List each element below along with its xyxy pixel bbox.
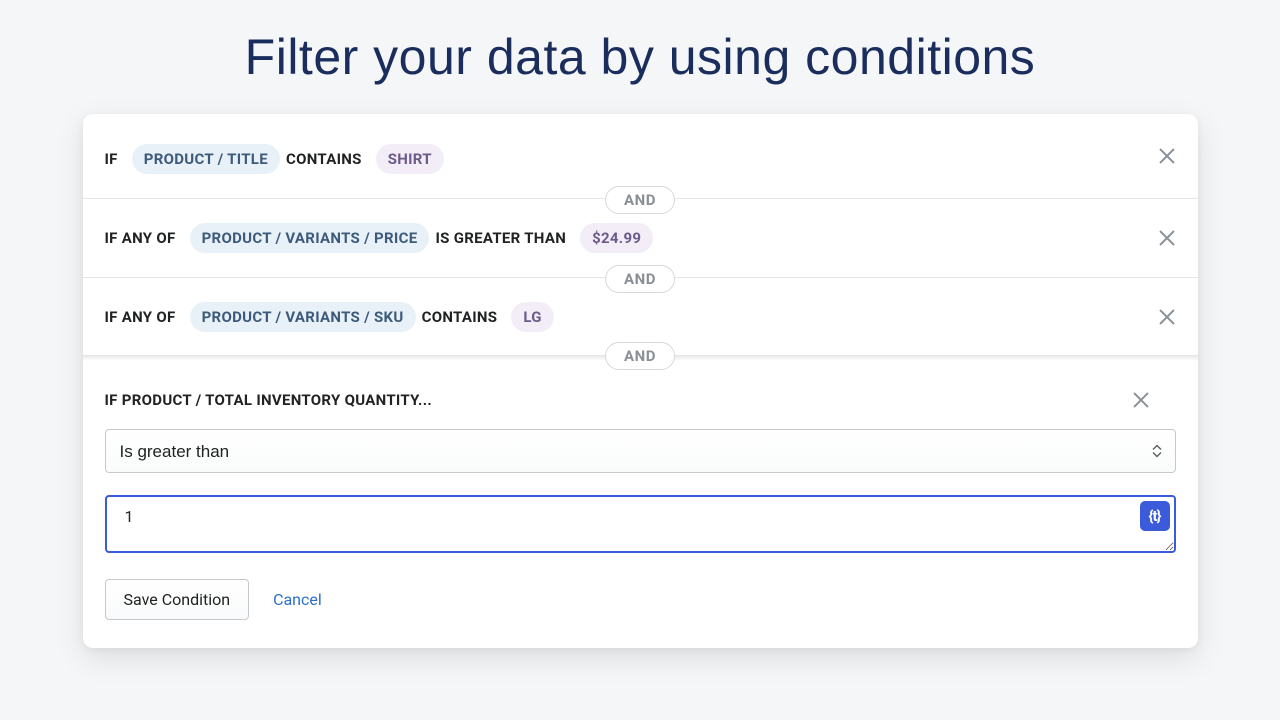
condition-operator: CONTAINS [286, 150, 362, 168]
value-chip[interactable]: $24.99 [580, 223, 653, 253]
condition-operator: IS GREATER THAN [435, 229, 566, 247]
condition-prefix: IF ANY OF [105, 308, 176, 326]
close-icon[interactable] [1156, 145, 1178, 167]
editor-label: IF PRODUCT / TOTAL INVENTORY QUANTITY... [105, 391, 433, 409]
conditions-panel: IF PRODUCT / TITLE CONTAINS SHIRT AND IF… [83, 114, 1198, 648]
condition-operator: CONTAINS [422, 308, 498, 326]
operator-select[interactable]: Is greater than [105, 429, 1176, 473]
page-title: Filter your data by using conditions [0, 0, 1280, 114]
field-chip[interactable]: PRODUCT / TITLE [132, 144, 280, 174]
value-input[interactable] [105, 495, 1176, 553]
save-condition-button[interactable]: Save Condition [105, 579, 250, 620]
editor-actions: Save Condition Cancel [83, 579, 1198, 620]
operator-select-wrap: Is greater than [105, 429, 1176, 473]
condition-prefix: IF [105, 150, 118, 168]
and-badge: AND [605, 186, 675, 214]
and-badge: AND [605, 342, 675, 370]
condition-row: IF PRODUCT / TITLE CONTAINS SHIRT AND [83, 114, 1198, 199]
cancel-button[interactable]: Cancel [273, 590, 322, 609]
value-chip[interactable]: LG [511, 302, 553, 332]
and-badge: AND [605, 265, 675, 293]
value-chip[interactable]: SHIRT [376, 144, 444, 174]
token-insert-button[interactable]: {t} [1140, 501, 1170, 531]
field-chip[interactable]: PRODUCT / VARIANTS / PRICE [190, 223, 430, 253]
condition-editor: IF PRODUCT / TOTAL INVENTORY QUANTITY...… [83, 361, 1198, 557]
close-icon[interactable] [1156, 227, 1178, 249]
value-input-wrap: {t} [105, 495, 1176, 557]
condition-prefix: IF ANY OF [105, 229, 176, 247]
close-icon[interactable] [1156, 306, 1178, 328]
close-icon[interactable] [1130, 389, 1152, 411]
field-chip[interactable]: PRODUCT / VARIANTS / SKU [190, 302, 416, 332]
